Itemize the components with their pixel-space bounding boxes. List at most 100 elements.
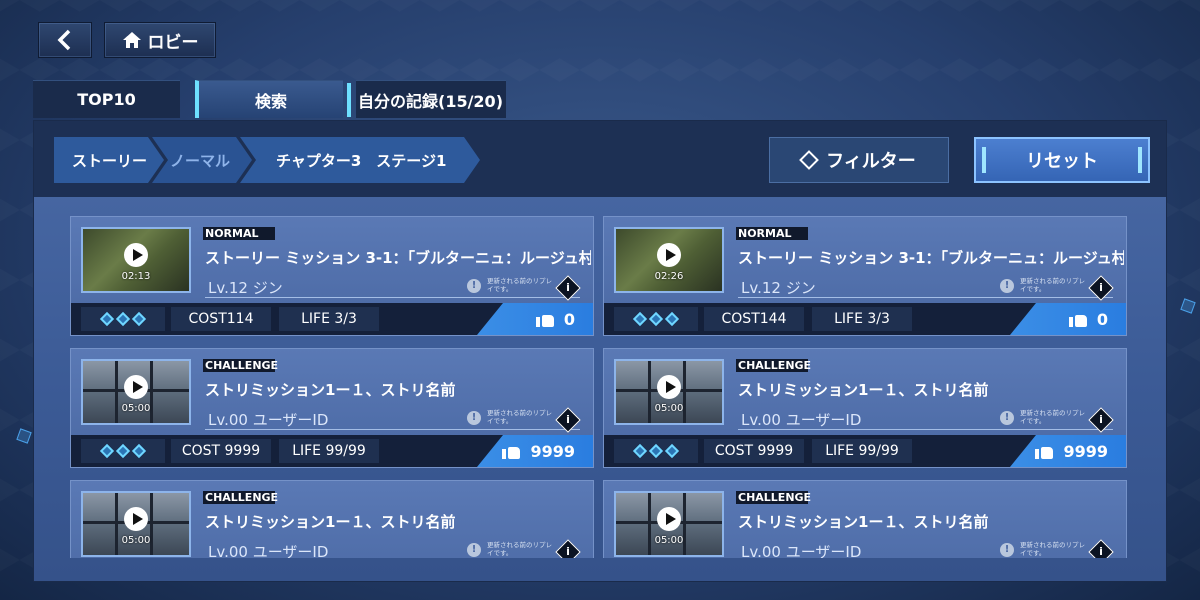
player-name: Lv.12 ジン (208, 279, 283, 297)
mission-title: ストリミッション1ー１、ストリ名前 (738, 381, 989, 399)
breadcrumb-label: ノーマル (170, 151, 231, 170)
gem-icon (632, 443, 648, 459)
search-panel: ストーリー ノーマル チャプター3 ステージ1 フィルター リセット 02:13… (33, 120, 1167, 582)
rank-gems (614, 307, 698, 331)
warning-icon: ! (1000, 411, 1014, 425)
mission-title: ストリミッション1ー１、ストリ名前 (738, 513, 989, 531)
stats-bar: COST114 LIFE 3/3 0 (71, 303, 593, 335)
replay-thumbnail[interactable]: 05:00 (81, 359, 191, 425)
replay-thumbnail[interactable]: 02:26 (614, 227, 724, 293)
duration: 05:00 (121, 403, 151, 414)
duration: 05:00 (121, 535, 151, 546)
replay-thumbnail[interactable]: 05:00 (614, 491, 724, 557)
breadcrumb: ストーリー ノーマル チャプター3 ステージ1 (54, 137, 468, 183)
duration: 02:13 (121, 271, 151, 282)
life-value: LIFE 99/99 (279, 439, 379, 463)
difficulty-tag: CHALLENGE (203, 491, 279, 504)
like-button[interactable]: 0 (477, 303, 593, 335)
lobby-button[interactable]: ロビー (104, 22, 216, 58)
tab-search[interactable]: 検索 (195, 80, 351, 118)
divider (738, 429, 1113, 430)
lobby-label: ロビー (147, 32, 199, 53)
tab-top10[interactable]: TOP10 (33, 80, 180, 118)
divider (205, 297, 580, 298)
play-icon[interactable] (657, 507, 681, 531)
tab-label: 自分の記録(15/20) (358, 91, 504, 111)
mission-title: ストーリー ミッション 3-1：「ブルターニュ：ルージュ村 (205, 249, 591, 267)
replay-card[interactable]: 05:00 CHALLENGE ストリミッション1ー１、ストリ名前 Lv.00 … (603, 480, 1127, 558)
replay-thumbnail[interactable]: 05:00 (614, 359, 724, 425)
player-name: Lv.00 ユーザーID (741, 543, 862, 558)
gem-icon (131, 311, 147, 327)
play-icon[interactable] (657, 243, 681, 267)
gem-icon (664, 311, 680, 327)
replay-note: 更新される前のリプレイです。 (1020, 277, 1085, 293)
life-value: LIFE 3/3 (279, 307, 379, 331)
warning-icon: ! (467, 279, 481, 293)
replay-card[interactable]: 05:00 CHALLENGE ストリミッション1ー１、ストリ名前 Lv.00 … (603, 348, 1127, 468)
panel-header: ストーリー ノーマル チャプター3 ステージ1 フィルター リセット (34, 121, 1166, 197)
stats-bar: COST 9999 LIFE 99/99 9999 (604, 435, 1126, 467)
player-name: Lv.00 ユーザーID (741, 411, 862, 429)
filter-button[interactable]: フィルター (769, 137, 949, 183)
like-button[interactable]: 9999 (1010, 435, 1126, 467)
tab-my-records[interactable]: 自分の記録(15/20) (356, 80, 506, 118)
reset-button[interactable]: リセット (974, 137, 1150, 183)
player-name: Lv.00 ユーザーID (208, 411, 329, 429)
play-icon[interactable] (657, 375, 681, 399)
replay-note: 更新される前のリプレイです。 (487, 277, 552, 293)
breadcrumb-normal[interactable]: ノーマル (152, 137, 252, 183)
stats-bar: COST 9999 LIFE 99/99 9999 (71, 435, 593, 467)
difficulty-tag: NORMAL (736, 227, 808, 240)
player-name: Lv.12 ジン (741, 279, 816, 297)
replay-thumbnail[interactable]: 02:13 (81, 227, 191, 293)
replay-thumbnail[interactable]: 05:00 (81, 491, 191, 557)
breadcrumb-label: チャプター3 ステージ1 (276, 151, 447, 170)
like-count: 9999 (530, 441, 575, 461)
gem-icon (99, 311, 115, 327)
duration: 05:00 (654, 403, 684, 414)
gem-icon (99, 443, 115, 459)
player-name: Lv.00 ユーザーID (208, 543, 329, 558)
back-button[interactable] (38, 22, 92, 58)
reset-label: リセット (1026, 151, 1098, 172)
life-value: LIFE 3/3 (812, 307, 912, 331)
breadcrumb-story[interactable]: ストーリー (54, 137, 164, 183)
chevron-left-icon (57, 29, 71, 51)
filter-label: フィルター (826, 151, 916, 172)
gem-icon (115, 443, 131, 459)
replay-card[interactable]: 02:26 NORMAL ストーリー ミッション 3-1：「ブルターニュ：ルージ… (603, 216, 1127, 336)
replay-card[interactable]: 05:00 CHALLENGE ストリミッション1ー１、ストリ名前 Lv.00 … (70, 348, 594, 468)
replay-card[interactable]: 02:13 NORMAL ストーリー ミッション 3-1：「ブルターニュ：ルージ… (70, 216, 594, 336)
like-button[interactable]: 0 (1010, 303, 1126, 335)
play-icon[interactable] (124, 507, 148, 531)
duration: 02:26 (654, 271, 684, 282)
gem-icon (648, 311, 664, 327)
mission-title: ストリミッション1ー１、ストリ名前 (205, 381, 456, 399)
cost-value: COST114 (171, 307, 271, 331)
like-count: 0 (1096, 309, 1108, 329)
play-icon[interactable] (124, 243, 148, 267)
difficulty-tag: CHALLENGE (203, 359, 279, 372)
rank-gems (81, 439, 165, 463)
gem-icon (115, 311, 131, 327)
tab-label: 検索 (254, 91, 287, 111)
play-icon[interactable] (124, 375, 148, 399)
info-icon[interactable]: i (1088, 539, 1114, 558)
mission-title: ストリミッション1ー１、ストリ名前 (205, 513, 456, 531)
rank-gems (614, 439, 698, 463)
diamond-icon (799, 150, 820, 170)
info-icon[interactable]: i (555, 539, 581, 558)
replay-card[interactable]: 05:00 CHALLENGE ストリミッション1ー１、ストリ名前 Lv.00 … (70, 480, 594, 558)
like-button[interactable]: 9999 (477, 435, 593, 467)
thumbs-up-icon (502, 443, 521, 459)
like-count: 9999 (1063, 441, 1108, 461)
breadcrumb-chapter-stage[interactable]: チャプター3 ステージ1 (240, 137, 480, 183)
thumbs-up-icon (1068, 311, 1087, 327)
replay-note: 更新される前のリプレイです。 (487, 409, 552, 425)
replay-list[interactable]: 02:13 NORMAL ストーリー ミッション 3-1：「ブルターニュ：ルージ… (70, 216, 1130, 558)
divider (738, 297, 1113, 298)
mission-title: ストーリー ミッション 3-1：「ブルターニュ：ルージュ村」 (738, 249, 1124, 267)
rank-gems (81, 307, 165, 331)
divider (205, 429, 580, 430)
